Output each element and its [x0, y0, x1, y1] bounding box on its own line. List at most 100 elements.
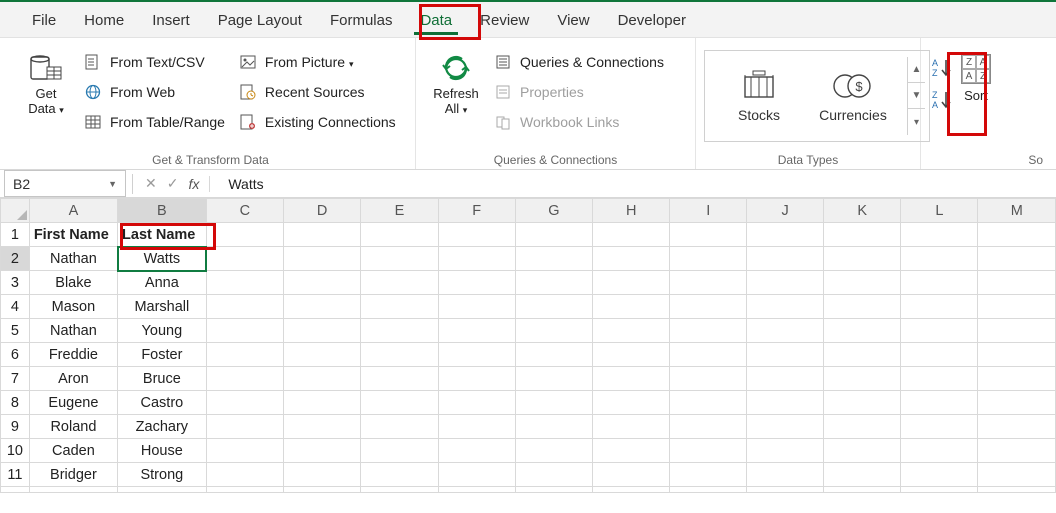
col-header-H[interactable]: H	[593, 199, 670, 223]
cell[interactable]	[593, 415, 670, 439]
cell[interactable]	[438, 343, 515, 367]
row-header-1[interactable]: 1	[1, 223, 30, 247]
cancel-icon[interactable]: ✕	[145, 175, 157, 192]
cell[interactable]	[438, 463, 515, 487]
data-types-gallery[interactable]: Stocks $ Currencies ▲ ▼ ▾	[704, 50, 930, 142]
cell[interactable]	[206, 367, 283, 391]
cell[interactable]	[747, 319, 824, 343]
row-header-11[interactable]: 11	[1, 463, 30, 487]
cell[interactable]	[824, 271, 901, 295]
cell[interactable]	[670, 319, 747, 343]
cell[interactable]	[438, 295, 515, 319]
existing-connections-button[interactable]: Existing Connections	[239, 110, 396, 134]
cell[interactable]	[361, 223, 438, 247]
cell[interactable]	[206, 271, 283, 295]
cell[interactable]	[206, 463, 283, 487]
enter-icon[interactable]: ✓	[167, 175, 179, 192]
col-header-L[interactable]: L	[901, 199, 978, 223]
cell[interactable]: Blake	[29, 271, 117, 295]
cell[interactable]	[978, 343, 1056, 367]
cell[interactable]	[747, 343, 824, 367]
cell[interactable]	[284, 463, 361, 487]
from-picture-button[interactable]: From Picture ▾	[239, 50, 396, 74]
cell[interactable]	[284, 415, 361, 439]
cell[interactable]	[670, 463, 747, 487]
name-box-dropdown-icon[interactable]: ▼	[108, 179, 117, 189]
cell[interactable]	[515, 391, 592, 415]
from-table-range-button[interactable]: From Table/Range	[84, 110, 225, 134]
cell[interactable]	[515, 247, 592, 271]
row-header-9[interactable]: 9	[1, 415, 30, 439]
cell[interactable]	[206, 319, 283, 343]
cell[interactable]	[978, 367, 1056, 391]
cell[interactable]	[361, 391, 438, 415]
recent-sources-button[interactable]: Recent Sources	[239, 80, 396, 104]
cell[interactable]	[515, 439, 592, 463]
cell[interactable]	[670, 295, 747, 319]
cell[interactable]	[978, 295, 1056, 319]
cell[interactable]: Foster	[118, 343, 207, 367]
col-header-C[interactable]: C	[206, 199, 283, 223]
cell[interactable]	[593, 463, 670, 487]
cell[interactable]	[284, 295, 361, 319]
cell[interactable]	[284, 343, 361, 367]
cell[interactable]: Bruce	[118, 367, 207, 391]
cell[interactable]	[901, 247, 978, 271]
cell[interactable]	[747, 439, 824, 463]
cell[interactable]	[824, 391, 901, 415]
from-text-csv-button[interactable]: From Text/CSV	[84, 50, 225, 74]
cell[interactable]: Castro	[118, 391, 207, 415]
sort-desc-button[interactable]: ZA	[929, 88, 955, 110]
cell[interactable]	[901, 343, 978, 367]
cell[interactable]	[824, 343, 901, 367]
col-header-A[interactable]: A	[29, 199, 117, 223]
sort-dialog-button[interactable]: ZAAZ Sort	[961, 48, 991, 103]
cell[interactable]	[438, 367, 515, 391]
refresh-all-button[interactable]: Refresh All ▾	[424, 48, 488, 116]
col-header-D[interactable]: D	[284, 199, 361, 223]
cell[interactable]	[593, 319, 670, 343]
tab-page-layout[interactable]: Page Layout	[204, 6, 316, 37]
cell[interactable]	[515, 415, 592, 439]
cell[interactable]: Mason	[29, 295, 117, 319]
select-all-cell[interactable]	[1, 199, 30, 223]
cell[interactable]	[824, 463, 901, 487]
cell[interactable]	[438, 319, 515, 343]
cell[interactable]: Marshall	[118, 295, 207, 319]
tab-home[interactable]: Home	[70, 6, 138, 37]
cell[interactable]: House	[118, 439, 207, 463]
cell[interactable]	[824, 415, 901, 439]
cell[interactable]	[978, 223, 1056, 247]
cell[interactable]	[361, 463, 438, 487]
cell[interactable]	[747, 223, 824, 247]
cell[interactable]	[747, 367, 824, 391]
cell[interactable]	[593, 391, 670, 415]
cell[interactable]	[284, 439, 361, 463]
cell[interactable]	[361, 415, 438, 439]
name-box[interactable]: B2 ▼	[4, 170, 126, 197]
cell[interactable]	[747, 295, 824, 319]
cell[interactable]: Strong	[118, 463, 207, 487]
col-header-M[interactable]: M	[978, 199, 1056, 223]
cell[interactable]	[284, 271, 361, 295]
cell[interactable]	[284, 319, 361, 343]
col-header-I[interactable]: I	[670, 199, 747, 223]
cell[interactable]	[901, 415, 978, 439]
cell[interactable]	[361, 367, 438, 391]
cell[interactable]	[206, 247, 283, 271]
tab-developer[interactable]: Developer	[604, 6, 700, 37]
cell[interactable]	[593, 247, 670, 271]
cell[interactable]: Caden	[29, 439, 117, 463]
cell[interactable]	[747, 391, 824, 415]
cell[interactable]: Nathan	[29, 247, 117, 271]
cell[interactable]	[824, 247, 901, 271]
cell[interactable]	[438, 223, 515, 247]
cell[interactable]: Roland	[29, 415, 117, 439]
cell[interactable]	[978, 271, 1056, 295]
col-header-G[interactable]: G	[515, 199, 592, 223]
cell[interactable]: Bridger	[29, 463, 117, 487]
cell[interactable]	[284, 367, 361, 391]
cell[interactable]	[747, 271, 824, 295]
tab-file[interactable]: File	[18, 6, 70, 37]
cell[interactable]	[978, 439, 1056, 463]
